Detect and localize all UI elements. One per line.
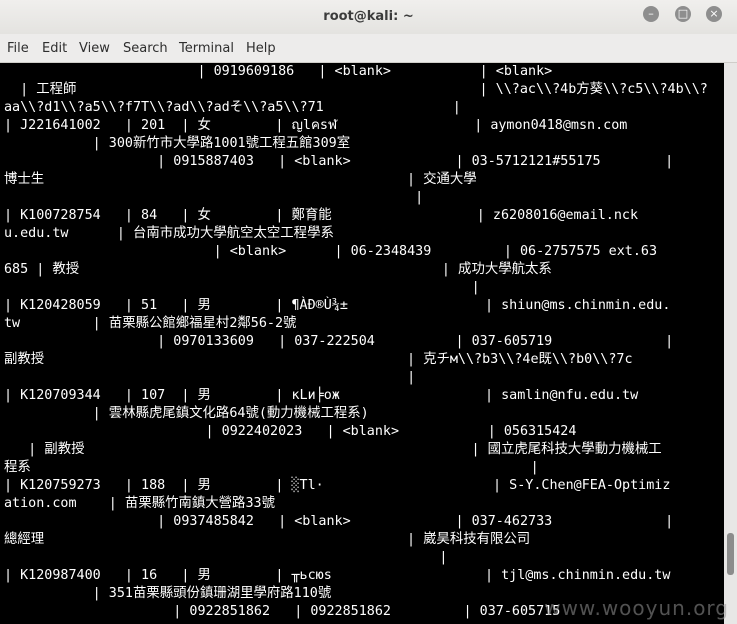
terminal-line: |: [4, 550, 448, 565]
terminal-line: | K120759273 | 188 | 男 | ░Tl· | S-Y.Chen…: [4, 478, 671, 493]
menu-edit[interactable]: Edit: [42, 41, 67, 56]
watermark: www.wooyun.org: [544, 596, 729, 620]
window-title: root@kali: ~: [323, 9, 414, 24]
terminal-line: 副教授 | 克チм\\?b3\\?4e既\\?b0\\?7c: [4, 352, 633, 367]
close-icon[interactable]: ×: [706, 6, 722, 22]
terminal-line: | K120709344 | 107 | 男 | κLи╞ож | samlin…: [4, 388, 639, 403]
maximize-icon[interactable]: □: [675, 6, 691, 22]
terminal-window: root@kali: ~ – □ × File Edit View Search…: [0, 0, 737, 624]
terminal-line: | 雲林縣虎尾鎮文化路64號(動力機械工程系): [4, 406, 369, 421]
menu-search[interactable]: Search: [123, 41, 168, 56]
terminal-line: 博士生 | 交通大學: [4, 172, 477, 187]
terminal-line: | K100728754 | 84 | 女 | 鄭育能 | z6208016@e…: [4, 208, 639, 223]
menu-view[interactable]: View: [79, 41, 110, 56]
menu-file[interactable]: File: [7, 41, 29, 56]
terminal-line: | 副教授 | 國立虎尾科技大學動力機械工: [4, 442, 662, 457]
terminal-line: | 351苗栗縣頭份鎮珊湖里學府路110號: [4, 586, 332, 601]
title-bar[interactable]: root@kali: ~ – □ ×: [0, 0, 737, 35]
terminal-line: 程系 |: [4, 460, 539, 475]
terminal-line: | 0919609186 | <blank> | <blank>: [4, 64, 553, 79]
terminal-line: | 0915887403 | <blank> | 03-5712121#5517…: [4, 154, 674, 169]
terminal-line: |: [4, 280, 480, 295]
terminal-line: | K120428059 | 51 | 男 | ¶ÀÐ®Ù¾± | shiun@…: [4, 298, 671, 313]
terminal-line: |: [4, 190, 424, 205]
terminal-line: 總經理 | 崴昊科技有限公司: [4, 532, 531, 547]
menu-terminal[interactable]: Terminal: [179, 41, 234, 56]
terminal-line: | 0970133609 | 037-222504 | 037-605719 |: [4, 334, 674, 349]
menu-help[interactable]: Help: [246, 41, 276, 56]
terminal-line: | 0922402023 | <blank> | 056315424: [4, 424, 577, 439]
terminal-line: 685 | 教授 | 成功大學航太系: [4, 262, 552, 277]
terminal-line: |: [4, 370, 416, 385]
terminal-line: | <blank> | 06-2348439 | 06-2757575 ext.…: [4, 244, 658, 259]
menu-bar: File Edit View Search Terminal Help: [0, 34, 737, 63]
terminal-output[interactable]: | 0919609186 | <blank> | <blank> | 工程師 |…: [0, 63, 724, 624]
terminal-line: u.edu.tw | 台南市成功大學航空太空工程學系: [4, 226, 334, 241]
terminal-line: | 工程師 | \\?ac\\?4b方葵\\?c5\\?4b\\?: [4, 82, 708, 97]
terminal-line: | J221641002 | 201 | 女 | ญlคsฬ | aymon04…: [4, 118, 628, 133]
scrollbar-thumb[interactable]: [727, 533, 734, 575]
terminal-line: | 300新竹市大學路1001號工程五館309室: [4, 136, 351, 151]
terminal-line: | 0937485842 | <blank> | 037-462733 |: [4, 514, 674, 529]
terminal-line: | 0922851862 | 0922851862 | 037-605715: [4, 604, 561, 619]
minimize-icon[interactable]: –: [643, 6, 659, 22]
terminal-line: ation.com | 苗栗縣竹南鎮大營路33號: [4, 496, 275, 511]
terminal-line: | K120987400 | 16 | 男 | ╥ьсюs | tjl@ms.c…: [4, 568, 671, 583]
terminal-line: aa\\?d1\\?a5\\?f7T\\?ad\\?adそ\\?a5\\?71 …: [4, 100, 461, 115]
terminal-line: tw | 苗栗縣公館鄉福星村2鄰56-2號: [4, 316, 297, 331]
vertical-scrollbar[interactable]: [724, 63, 737, 624]
